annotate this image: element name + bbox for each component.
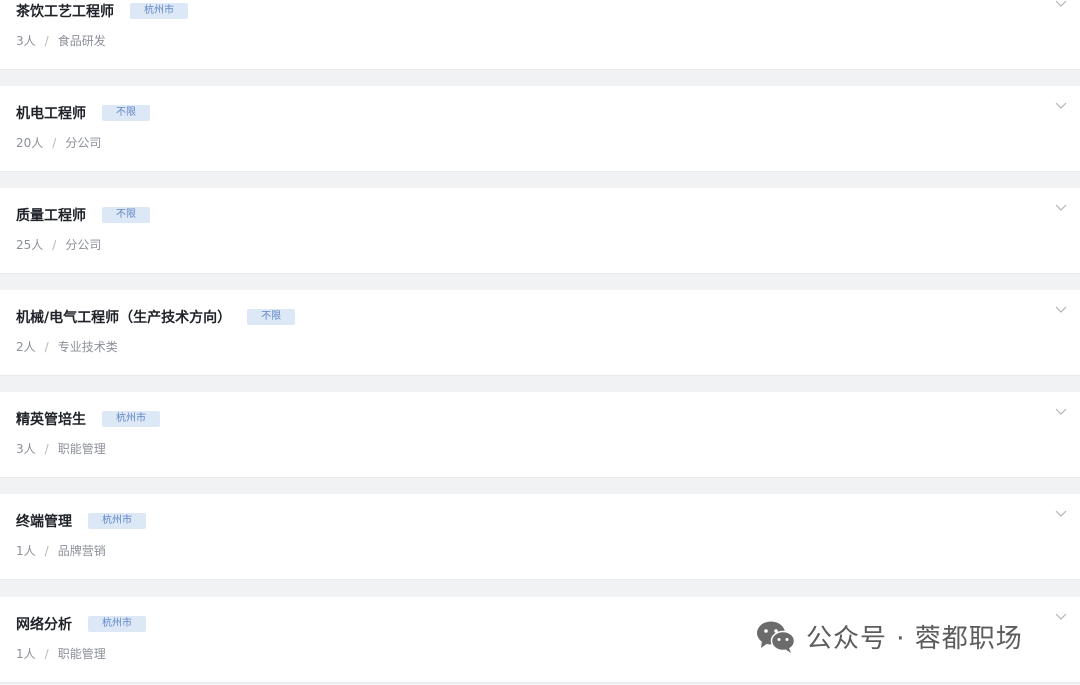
wechat-icon (757, 621, 796, 653)
job-list: 茶饮工艺工程师 杭州市 3人 / 食品研发 机电工程师 不限 20人 / 分公司 质量工… (0, 0, 1080, 685)
location-tag: 不限 (102, 105, 150, 121)
meta-separator: / (52, 136, 57, 150)
chevron-down-icon[interactable] (1054, 404, 1068, 418)
job-category: 专业技术类 (57, 340, 118, 354)
chevron-down-icon[interactable] (1054, 200, 1068, 214)
job-meta: 3人 / 食品研发 (16, 32, 106, 49)
location-tag: 杭州市 (88, 513, 146, 529)
job-meta: 1人 / 品牌营销 (16, 542, 106, 559)
chevron-down-icon[interactable] (1054, 0, 1068, 10)
job-title: 终端管理 (16, 514, 72, 530)
job-card[interactable]: 质量工程师 不限 25人 / 分公司 (0, 188, 1080, 274)
job-card[interactable]: 精英管培生 杭州市 3人 / 职能管理 (0, 392, 1080, 478)
meta-separator: / (52, 238, 57, 252)
job-meta: 3人 / 职能管理 (16, 440, 106, 457)
headcount: 3人 (16, 442, 36, 456)
chevron-down-icon[interactable] (1054, 98, 1068, 112)
meta-separator: / (44, 442, 49, 456)
job-title: 质量工程师 (16, 208, 86, 224)
chevron-down-icon[interactable] (1054, 609, 1068, 623)
headcount: 20人 (16, 136, 44, 150)
job-title-row: 机械/电气工程师（生产技术方向） 不限 (16, 306, 296, 328)
job-title: 网络分析 (16, 617, 72, 633)
meta-separator: / (44, 34, 49, 48)
headcount: 1人 (16, 647, 36, 661)
job-category: 食品研发 (57, 34, 106, 48)
job-category: 品牌营销 (57, 544, 106, 558)
job-card[interactable]: 终端管理 杭州市 1人 / 品牌营销 (0, 494, 1080, 580)
job-title-row: 网络分析 杭州市 (16, 613, 146, 635)
job-title-row: 机电工程师 不限 (16, 102, 150, 124)
job-meta: 1人 / 职能管理 (16, 645, 106, 662)
job-category: 分公司 (65, 238, 102, 252)
chevron-down-icon[interactable] (1054, 302, 1068, 316)
job-title-row: 精英管培生 杭州市 (16, 408, 160, 430)
location-tag: 不限 (247, 309, 296, 325)
job-title-row: 质量工程师 不限 (16, 204, 150, 226)
job-title: 机械/电气工程师（生产技术方向） (16, 310, 232, 326)
job-meta: 2人 / 专业技术类 (16, 338, 118, 355)
headcount: 2人 (16, 340, 36, 354)
location-tag: 杭州市 (102, 411, 160, 427)
job-category: 职能管理 (57, 647, 106, 661)
job-card[interactable]: 机电工程师 不限 20人 / 分公司 (0, 86, 1080, 172)
job-title-row: 茶饮工艺工程师 杭州市 (16, 0, 188, 22)
job-meta: 25人 / 分公司 (16, 236, 101, 253)
meta-separator: / (44, 544, 49, 558)
job-title: 机电工程师 (16, 106, 86, 122)
watermark-text: 公众号 · 蓉都职场 (806, 624, 1023, 654)
job-title-row: 终端管理 杭州市 (16, 510, 146, 532)
job-title: 茶饮工艺工程师 (16, 4, 114, 20)
job-title: 精英管培生 (16, 412, 86, 428)
job-meta: 20人 / 分公司 (16, 134, 101, 151)
location-tag: 杭州市 (88, 616, 146, 632)
watermark: 公众号 · 蓉都职场 (756, 618, 1023, 655)
job-category: 职能管理 (57, 442, 106, 456)
meta-separator: / (44, 647, 49, 661)
chevron-down-icon[interactable] (1054, 506, 1068, 520)
headcount: 1人 (16, 544, 36, 558)
job-card[interactable]: 机械/电气工程师（生产技术方向） 不限 2人 / 专业技术类 (0, 290, 1080, 376)
meta-separator: / (44, 340, 49, 354)
headcount: 25人 (16, 238, 44, 252)
location-tag: 不限 (102, 207, 150, 223)
job-category: 分公司 (65, 136, 102, 150)
location-tag: 杭州市 (130, 3, 188, 19)
headcount: 3人 (16, 34, 36, 48)
job-card[interactable]: 茶饮工艺工程师 杭州市 3人 / 食品研发 (0, 0, 1080, 70)
